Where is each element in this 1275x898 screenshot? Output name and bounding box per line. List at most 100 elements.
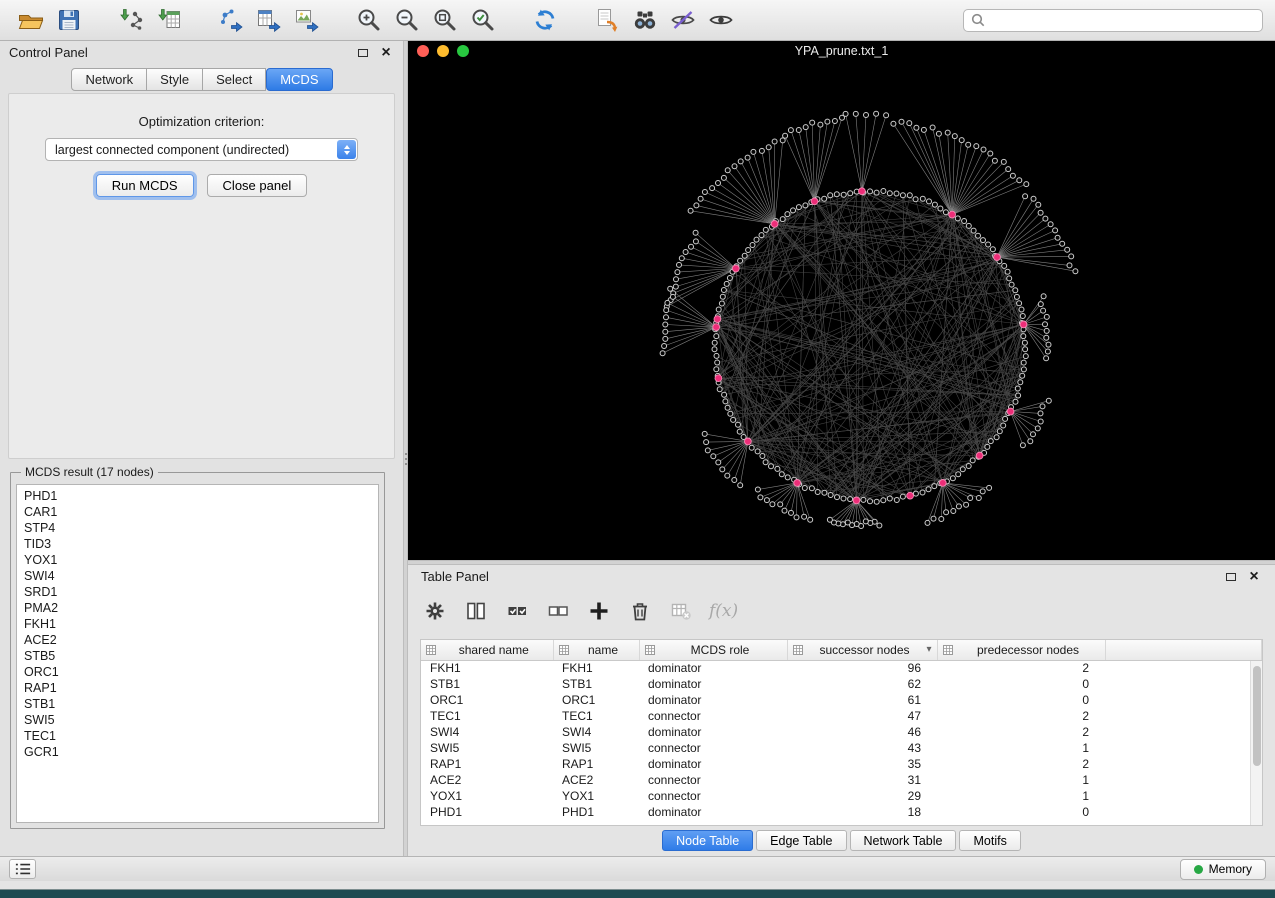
network-node[interactable] xyxy=(766,145,771,150)
table-row[interactable]: FKH1FKH1dominator962 xyxy=(421,660,1262,676)
table-cell[interactable]: 43 xyxy=(787,740,937,756)
network-node[interactable] xyxy=(1044,314,1049,319)
network-node[interactable] xyxy=(785,475,790,480)
network-node[interactable] xyxy=(714,367,719,372)
export-image-button[interactable] xyxy=(288,4,326,36)
table-cell[interactable]: PHD1 xyxy=(553,804,639,820)
tab-select[interactable]: Select xyxy=(202,68,266,91)
table-cell[interactable]: 47 xyxy=(787,708,937,724)
network-node[interactable] xyxy=(1055,235,1060,240)
network-node[interactable] xyxy=(1043,216,1048,221)
mcds-result-item[interactable]: GCR1 xyxy=(24,744,378,760)
network-node[interactable] xyxy=(802,486,807,491)
network-node[interactable] xyxy=(987,485,992,490)
network-node[interactable] xyxy=(992,158,997,163)
network-node[interactable] xyxy=(746,248,751,253)
network-node[interactable] xyxy=(864,113,869,118)
network-node[interactable] xyxy=(779,472,784,477)
network-node[interactable] xyxy=(810,120,815,125)
network-node[interactable] xyxy=(1018,380,1023,385)
dominator-node[interactable] xyxy=(949,211,956,218)
dominator-node[interactable] xyxy=(859,188,866,195)
network-node[interactable] xyxy=(884,113,889,118)
search-box[interactable] xyxy=(963,9,1263,32)
network-node[interactable] xyxy=(828,493,833,498)
table-cell[interactable]: 31 xyxy=(787,772,937,788)
network-node[interactable] xyxy=(976,233,981,238)
network-node[interactable] xyxy=(772,139,777,144)
network-node[interactable] xyxy=(899,119,904,124)
network-node[interactable] xyxy=(920,490,925,495)
network-node[interactable] xyxy=(1007,276,1012,281)
network-node[interactable] xyxy=(861,497,866,502)
network-node[interactable] xyxy=(887,191,892,196)
network-node[interactable] xyxy=(913,197,918,202)
table-cell[interactable]: YOX1 xyxy=(421,788,553,804)
network-node[interactable] xyxy=(1069,254,1074,259)
network-node[interactable] xyxy=(755,487,760,492)
deselect-all-columns-button[interactable] xyxy=(545,598,571,624)
network-node[interactable] xyxy=(1031,196,1036,201)
network-node[interactable] xyxy=(732,164,737,169)
network-node[interactable] xyxy=(1016,393,1021,398)
network-node[interactable] xyxy=(988,439,993,444)
table-row[interactable]: ORC1ORC1dominator610 xyxy=(421,692,1262,708)
mcds-result-item[interactable]: RAP1 xyxy=(24,680,378,696)
network-node[interactable] xyxy=(881,498,886,503)
network-node[interactable] xyxy=(832,119,837,124)
network-node[interactable] xyxy=(841,192,846,197)
table-cell[interactable]: PHD1 xyxy=(421,804,553,820)
export-table-button[interactable] xyxy=(250,4,288,36)
network-node[interactable] xyxy=(887,496,892,501)
network-node[interactable] xyxy=(717,387,722,392)
network-node[interactable] xyxy=(720,467,725,472)
network-node[interactable] xyxy=(675,270,680,275)
network-node[interactable] xyxy=(1038,411,1043,416)
column-header-predecessor-nodes[interactable]: predecessor nodes xyxy=(937,640,1105,660)
dominator-node[interactable] xyxy=(907,492,914,499)
network-node[interactable] xyxy=(997,429,1002,434)
network-node[interactable] xyxy=(1035,426,1040,431)
network-node[interactable] xyxy=(874,111,879,116)
dominator-node[interactable] xyxy=(713,324,720,331)
table-cell[interactable]: 0 xyxy=(937,804,1105,820)
network-node[interactable] xyxy=(782,508,787,513)
save-button[interactable] xyxy=(50,4,88,36)
network-node[interactable] xyxy=(1065,247,1070,252)
memory-button[interactable]: Memory xyxy=(1180,859,1266,880)
network-node[interactable] xyxy=(742,253,747,258)
zoom-selected-button[interactable] xyxy=(464,4,502,36)
table-cell[interactable]: connector xyxy=(639,788,787,804)
dominator-node[interactable] xyxy=(771,221,778,228)
network-node[interactable] xyxy=(854,522,859,527)
criterion-select[interactable]: largest connected component (undirected) xyxy=(45,138,358,161)
network-node[interactable] xyxy=(738,159,743,164)
network-node[interactable] xyxy=(891,121,896,126)
network-node[interactable] xyxy=(950,476,955,481)
network-node[interactable] xyxy=(751,149,756,154)
tab-node-table[interactable]: Node Table xyxy=(662,830,753,851)
network-node[interactable] xyxy=(945,130,950,135)
network-node[interactable] xyxy=(925,520,930,525)
network-node[interactable] xyxy=(694,203,699,208)
mcds-result-item[interactable]: TID3 xyxy=(24,536,378,552)
network-node[interactable] xyxy=(732,478,737,483)
dominator-node[interactable] xyxy=(1020,321,1027,328)
table-cell[interactable]: ACE2 xyxy=(553,772,639,788)
table-cell[interactable]: SWI4 xyxy=(553,724,639,740)
table-cell[interactable]: FKH1 xyxy=(553,660,639,676)
network-node[interactable] xyxy=(808,517,813,522)
network-node[interactable] xyxy=(1067,263,1072,268)
network-node[interactable] xyxy=(780,217,785,222)
mcds-result-item[interactable]: ACE2 xyxy=(24,632,378,648)
table-cell[interactable]: dominator xyxy=(639,676,787,692)
table-cell[interactable]: 2 xyxy=(937,756,1105,772)
zoom-in-button[interactable] xyxy=(350,4,388,36)
network-node[interactable] xyxy=(693,230,698,235)
network-node[interactable] xyxy=(754,237,759,242)
network-node[interactable] xyxy=(670,294,675,299)
network-node[interactable] xyxy=(960,467,965,472)
network-node[interactable] xyxy=(1041,294,1046,299)
table-row[interactable]: STB1STB1dominator620 xyxy=(421,676,1262,692)
network-node[interactable] xyxy=(815,490,820,495)
